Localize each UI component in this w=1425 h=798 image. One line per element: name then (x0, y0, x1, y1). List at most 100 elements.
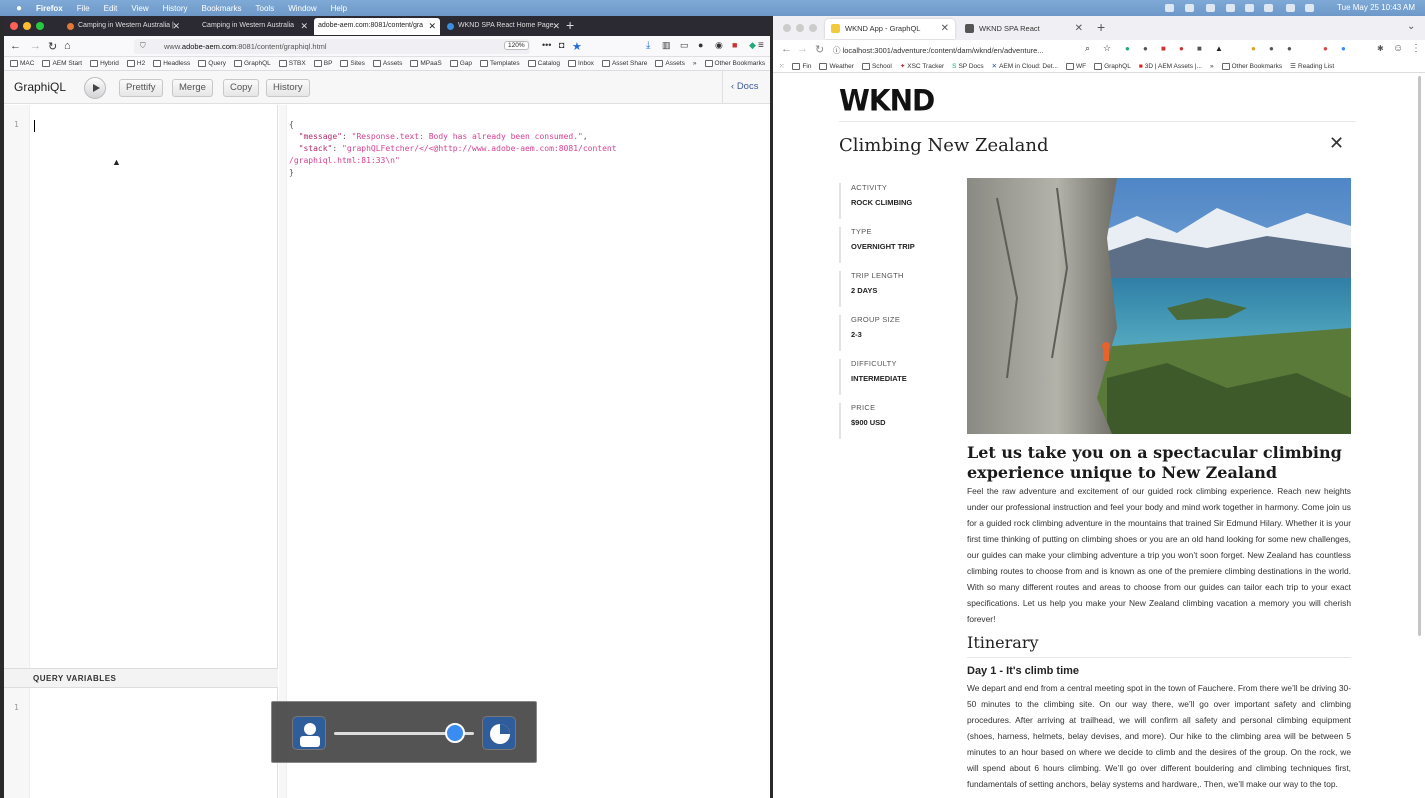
bookmark-item[interactable]: School (861, 62, 892, 70)
minimize-window-icon[interactable] (23, 22, 31, 30)
menu-file[interactable]: File (77, 4, 90, 13)
tab-wknd-spa[interactable]: WKND SPA React Home Page ✕ (442, 18, 564, 35)
copy-button[interactable]: Copy (223, 79, 260, 97)
bookmark-star-icon[interactable]: ★ (572, 40, 582, 53)
extension-icon[interactable]: ● (1251, 44, 1256, 53)
close-tab-icon[interactable]: ✕ (941, 23, 949, 34)
menu-firefox[interactable]: Firefox (36, 4, 63, 13)
search-icon[interactable] (1305, 4, 1314, 12)
status-icon[interactable] (1185, 4, 1194, 12)
bookmark-item[interactable]: Hybrid (90, 60, 119, 67)
bookmark-item[interactable]: Sites (340, 60, 365, 67)
bookmark-item[interactable]: Fin (792, 62, 811, 70)
extension-icon[interactable]: ◉ (715, 40, 723, 51)
minimize-window-icon[interactable] (796, 24, 804, 32)
menu-clock[interactable]: Tue May 25 10:43 AM (1337, 3, 1415, 12)
extension-icon[interactable]: ● (1125, 44, 1130, 53)
history-button[interactable]: History (266, 79, 310, 97)
bookmark-item[interactable]: Assets (372, 60, 402, 67)
merge-button[interactable]: Merge (172, 79, 213, 97)
url-bar[interactable]: ⓘ localhost:3001/adventure:/content/dam/… (833, 43, 1093, 57)
zoom-window-icon[interactable] (809, 24, 817, 32)
menu-history[interactable]: History (163, 4, 188, 13)
execute-query-button[interactable] (84, 77, 106, 99)
screen-share-icon[interactable] (482, 716, 516, 750)
download-icon[interactable]: ⤓ (646, 40, 650, 51)
prettify-button[interactable]: Prettify (119, 79, 163, 97)
extension-icon[interactable]: ● (698, 40, 703, 50)
menu-view[interactable]: View (131, 4, 148, 13)
bookmark-item[interactable]: Asset Share (601, 60, 647, 67)
tab-list-icon[interactable]: ⌄ (1407, 21, 1415, 32)
other-bookmarks[interactable]: Other Bookmarks (1221, 62, 1282, 70)
menu-bookmarks[interactable]: Bookmarks (202, 4, 242, 13)
extension-icon[interactable]: ◆ (749, 40, 756, 51)
zoom-icon[interactable]: ⌕ (1085, 43, 1090, 54)
bookmark-item[interactable]: Gap (449, 60, 472, 67)
bookmark-item[interactable]: S SP Docs (952, 63, 984, 70)
extension-icon[interactable]: ● (1323, 44, 1328, 53)
extension-icon[interactable]: ■ (1197, 44, 1202, 53)
bookmark-item[interactable]: Assets (655, 60, 685, 67)
zoom-window-icon[interactable] (36, 22, 44, 30)
extension-icon[interactable]: ■ (1161, 44, 1166, 53)
extension-icon[interactable]: ● (1269, 44, 1274, 53)
tab-graphiql[interactable]: adobe-aem.com:8081/content/gra ✕ (314, 18, 440, 35)
extension-icon[interactable]: ▲ (1215, 44, 1223, 53)
extension-icon[interactable]: ● (1341, 44, 1346, 53)
new-tab-icon[interactable]: + (1097, 19, 1105, 35)
tab-camping-1[interactable]: Camping in Western Australia | ✕ (62, 18, 184, 35)
tab-wknd-graphql[interactable]: WKND App - GraphQL ✕ (825, 19, 955, 39)
forward-icon[interactable]: → (797, 43, 808, 55)
menu-window[interactable]: Window (288, 4, 316, 13)
tab-camping-2[interactable]: Camping in Western Australia ✕ (186, 18, 312, 35)
bookmark-star-icon[interactable]: ☆ (1103, 43, 1111, 54)
query-editor[interactable]: 1 ▲ QUERY VARIABLES 1 (4, 105, 278, 798)
close-tab-icon[interactable]: ✕ (172, 21, 180, 32)
bookmark-item[interactable]: Inbox (568, 60, 594, 67)
wknd-logo[interactable]: WKND (839, 83, 935, 118)
close-tab-icon[interactable]: ✕ (552, 21, 560, 32)
more-icon[interactable]: ••• (542, 40, 551, 50)
bookmark-item[interactable]: STBX (278, 60, 306, 67)
bookmark-item[interactable]: H2 (126, 60, 145, 67)
bookmarks-overflow-icon[interactable]: » (1210, 63, 1214, 70)
apple-icon[interactable]: ● (16, 3, 22, 14)
library-icon[interactable]: ▥ (662, 40, 671, 51)
status-icon[interactable] (1165, 4, 1174, 12)
close-tab-icon[interactable]: ✕ (300, 21, 308, 32)
close-tab-icon[interactable]: ✕ (1075, 23, 1083, 34)
profile-avatar[interactable]: ☺ (1393, 43, 1403, 54)
extension-icon[interactable]: ✱ (1377, 44, 1384, 53)
bookmark-item[interactable]: AEM Start (42, 60, 82, 67)
bookmark-item[interactable]: ✕ AEM in Cloud: Det... (992, 62, 1058, 71)
bookmark-item[interactable]: ✦ XSC Tracker (900, 62, 944, 71)
bookmark-item[interactable]: Templates (480, 60, 520, 67)
bookmark-item[interactable]: GraphQL (1094, 62, 1131, 70)
forward-icon[interactable]: → (30, 40, 41, 52)
menu-hamburger-icon[interactable]: ≡ (758, 40, 764, 51)
extension-icon[interactable]: ■ (732, 40, 737, 50)
menu-tools[interactable]: Tools (256, 4, 275, 13)
back-icon[interactable]: ← (781, 43, 792, 55)
close-tab-icon[interactable]: ✕ (428, 21, 436, 32)
reload-icon[interactable]: ↻ (48, 40, 57, 53)
tab-wknd-spa-react[interactable]: WKND SPA React ✕ (959, 19, 1089, 39)
menu-edit[interactable]: Edit (104, 4, 118, 13)
bookmark-item[interactable]: GraphQL (234, 60, 271, 67)
bookmark-item[interactable]: BP (313, 60, 332, 67)
pocket-icon[interactable]: ◘ (559, 40, 564, 50)
sidebar-icon[interactable]: ▭ (680, 40, 689, 51)
bookmark-item[interactable]: MPaaS (410, 60, 442, 67)
close-icon[interactable]: ✕ (1329, 133, 1344, 154)
bookmarks-overflow-icon[interactable]: » (693, 60, 697, 67)
extension-icon[interactable]: ● (1287, 44, 1292, 53)
other-bookmarks[interactable]: Other Bookmarks (704, 60, 765, 67)
wifi-icon[interactable] (1286, 4, 1295, 12)
bookmark-item[interactable]: WF (1065, 62, 1086, 70)
back-icon[interactable]: ← (10, 40, 21, 52)
status-icon[interactable] (1206, 4, 1215, 12)
bluetooth-icon[interactable] (1245, 4, 1254, 12)
home-icon[interactable]: ⌂ (64, 40, 71, 52)
reading-list[interactable]: ☰ Reading List (1290, 62, 1334, 71)
